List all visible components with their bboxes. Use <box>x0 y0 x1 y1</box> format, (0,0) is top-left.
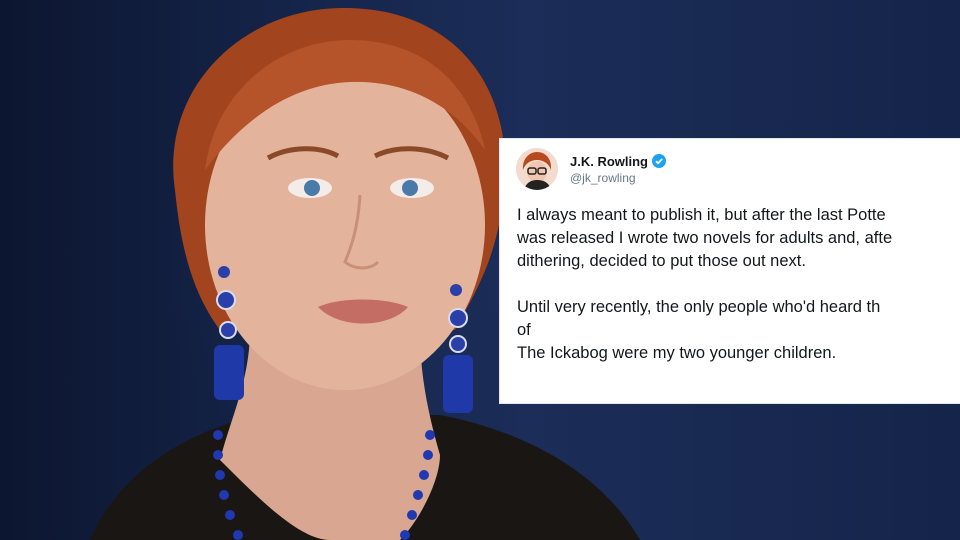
tweet-card: J.K. Rowling @jk_rowling I always meant … <box>499 138 960 404</box>
tweet-line: was released I wrote two novels for adul… <box>517 229 893 247</box>
tweet-line: The Ickabog were my two younger children… <box>517 344 837 362</box>
verified-badge-icon <box>652 154 666 168</box>
tweet-paragraph: I always meant to publish it, but after … <box>517 204 960 273</box>
name-row: J.K. Rowling <box>570 154 666 169</box>
tweet-header: J.K. Rowling @jk_rowling <box>516 145 666 193</box>
avatar-image <box>516 148 558 190</box>
avatar[interactable] <box>516 148 558 190</box>
tweet-line: Until very recently, the only people who… <box>517 298 881 316</box>
tweet-line: dithering, decided to put those out next… <box>517 252 806 270</box>
tweet-line: of <box>517 321 531 339</box>
tweet-text: I always meant to publish it, but after … <box>517 204 960 365</box>
user-names: J.K. Rowling @jk_rowling <box>570 154 666 185</box>
right-iris <box>402 180 418 196</box>
left-iris <box>304 180 320 196</box>
tweet-paragraph: Until very recently, the only people who… <box>517 296 960 365</box>
tweet-line: I always meant to publish it, but after … <box>517 206 886 224</box>
user-handle[interactable]: @jk_rowling <box>570 171 666 185</box>
display-name[interactable]: J.K. Rowling <box>570 154 648 169</box>
